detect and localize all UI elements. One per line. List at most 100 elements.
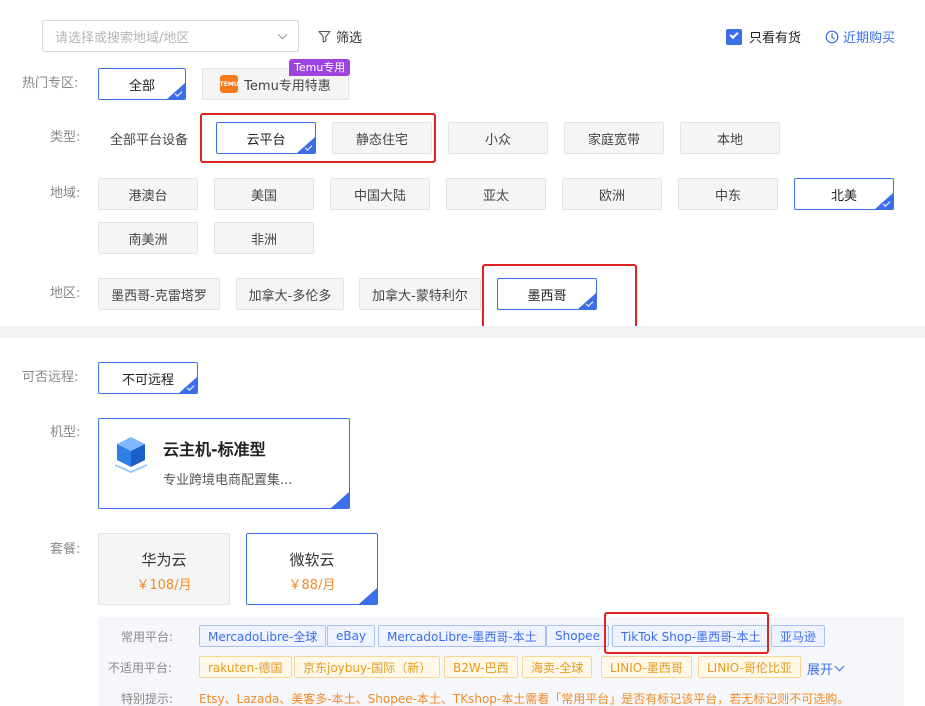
region-search-placeholder: 请选择或搜索地域/地区 xyxy=(55,30,190,46)
filter-button[interactable]: 筛选 xyxy=(318,27,362,46)
model-title: 云主机-标准型 xyxy=(163,440,266,459)
filter-label: 筛选 xyxy=(336,31,363,46)
type-option-label: 全部平台设备 xyxy=(109,132,188,148)
area-canada-toronto[interactable]: 加拿大-多伦多 xyxy=(236,278,344,310)
section-divider xyxy=(0,326,925,338)
package-huawei-cloud[interactable]: 华为云 ￥108/月 xyxy=(98,533,230,605)
type-local[interactable]: 本地 xyxy=(680,122,780,154)
type-option-label: 本地 xyxy=(716,132,743,148)
region-europe[interactable]: 欧洲 xyxy=(562,178,662,210)
remote-option-label: 不可远程 xyxy=(121,372,174,388)
selected-check-icon xyxy=(331,492,349,508)
region-option-label: 欧洲 xyxy=(598,188,625,204)
selected-check-icon xyxy=(578,293,596,309)
expand-label: 展开 xyxy=(807,663,834,678)
region-option-label: 北美 xyxy=(830,188,857,204)
type-niche[interactable]: 小众 xyxy=(448,122,548,154)
region-middle-east[interactable]: 中东 xyxy=(678,178,778,210)
selected-check-icon xyxy=(167,83,185,99)
in-stock-checkbox[interactable]: 只看有货 xyxy=(726,27,801,46)
package-microsoft-cloud[interactable]: 微软云 ￥88/月 xyxy=(246,533,378,605)
common-platforms-label: 常用平台: xyxy=(121,630,174,644)
unsuitable-platform-tag: 海卖-全球 xyxy=(522,656,593,678)
area-option-label: 墨西哥-克雷塔罗 xyxy=(111,288,207,304)
package-price: ￥108/月 xyxy=(136,578,192,593)
checkbox-checked-icon xyxy=(726,28,742,45)
platform-tag: MercadoLibre-全球 xyxy=(199,625,327,647)
hot-all-option[interactable]: 全部 xyxy=(98,68,186,100)
region-option-label: 中国大陆 xyxy=(353,188,406,204)
platform-tag: MercadoLibre-墨西哥-本土 xyxy=(378,625,546,647)
area-option-label: 墨西哥 xyxy=(527,288,567,304)
special-note-text: Etsy、Lazada、美客多-本土、Shopee-本土、TKshop-本土需看… xyxy=(199,692,850,706)
area-label: 地区: xyxy=(50,286,81,301)
unsuitable-platform-tag: rakuten-德国 xyxy=(199,656,292,678)
region-option-label: 非洲 xyxy=(250,232,277,248)
temu-exclusive-badge: Temu专用 xyxy=(289,59,351,76)
region-usa[interactable]: 美国 xyxy=(214,178,314,210)
platform-tag: TikTok Shop-墨西哥-本土 xyxy=(612,625,770,647)
package-name: 华为云 xyxy=(141,551,187,569)
region-africa[interactable]: 非洲 xyxy=(214,222,314,254)
package-label: 套餐: xyxy=(50,542,81,557)
type-option-label: 静态住宅 xyxy=(355,132,408,148)
unsuitable-platform-tag: LINIO-哥伦比亚 xyxy=(698,656,801,678)
hot-zone-label: 热门专区: xyxy=(22,76,79,91)
unsuitable-platform-tag: LINIO-墨西哥 xyxy=(601,656,692,678)
unsuitable-platforms-label: 不适用平台: xyxy=(108,661,173,675)
hot-all-label: 全部 xyxy=(128,78,155,94)
area-option-label: 加拿大-蒙特利尔 xyxy=(372,288,468,304)
remote-label: 可否远程: xyxy=(22,370,79,385)
recent-purchase-label: 近期购买 xyxy=(843,31,896,46)
hot-temu-label: Temu专用特惠 xyxy=(244,78,331,94)
unsuitable-platform-tag: B2W-巴西 xyxy=(444,656,518,678)
type-cloud-platform[interactable]: 云平台 xyxy=(216,122,316,154)
platform-tag: Shopee xyxy=(546,625,609,647)
region-option-label: 中东 xyxy=(714,188,741,204)
selected-check-icon xyxy=(297,137,315,153)
type-option-label: 家庭宽带 xyxy=(587,132,640,148)
package-price: ￥88/月 xyxy=(288,578,336,593)
region-search-select[interactable]: 请选择或搜索地域/地区 xyxy=(42,20,299,52)
type-label: 类型: xyxy=(50,130,81,145)
region-option-label: 亚太 xyxy=(482,188,509,204)
region-option-label: 港澳台 xyxy=(128,188,168,204)
expand-button[interactable]: 展开 xyxy=(807,659,845,678)
platform-tag: eBay xyxy=(327,625,376,647)
type-option-label: 云平台 xyxy=(246,132,286,148)
area-mexico-queretaro[interactable]: 墨西哥-克雷塔罗 xyxy=(98,278,220,310)
region-option-label: 美国 xyxy=(250,188,277,204)
type-home-broadband[interactable]: 家庭宽带 xyxy=(564,122,664,154)
clock-icon xyxy=(825,30,839,43)
remote-option[interactable]: 不可远程 xyxy=(98,362,198,394)
model-card-standard[interactable]: 云主机-标准型 专业跨境电商配置集... xyxy=(98,418,350,509)
region-apac[interactable]: 亚太 xyxy=(446,178,546,210)
cloud-host-cube-icon xyxy=(114,437,148,473)
type-all-platform[interactable]: 全部平台设备 xyxy=(98,122,200,154)
chevron-down-icon xyxy=(834,661,845,672)
temu-logo-icon: TEMU xyxy=(220,75,239,93)
in-stock-label: 只看有货 xyxy=(749,31,802,46)
model-label: 机型: xyxy=(50,425,81,440)
selected-check-icon xyxy=(179,377,197,393)
region-option-label: 南美洲 xyxy=(128,232,168,248)
funnel-icon xyxy=(318,30,331,43)
platform-tag: 亚马逊 xyxy=(771,625,826,647)
recent-purchase-link[interactable]: 近期购买 xyxy=(825,27,895,46)
area-canada-montreal[interactable]: 加拿大-蒙特利尔 xyxy=(359,278,481,310)
region-mainland-china[interactable]: 中国大陆 xyxy=(330,178,430,210)
model-description: 专业跨境电商配置集... xyxy=(163,473,293,488)
region-south-america[interactable]: 南美洲 xyxy=(98,222,198,254)
area-option-label: 加拿大-多伦多 xyxy=(248,288,332,304)
selected-check-icon xyxy=(875,193,893,209)
package-name: 微软云 xyxy=(289,551,335,569)
chevron-down-icon xyxy=(277,29,288,40)
area-mexico[interactable]: 墨西哥 xyxy=(497,278,597,310)
unsuitable-platform-tag: 京东joybuy-国际（新） xyxy=(294,656,441,678)
type-option-label: 小众 xyxy=(484,132,511,148)
special-note-label: 特别提示: xyxy=(121,692,174,706)
region-hk-mo-tw[interactable]: 港澳台 xyxy=(98,178,198,210)
region-north-america[interactable]: 北美 xyxy=(794,178,894,210)
type-static-residential[interactable]: 静态住宅 xyxy=(332,122,432,154)
region-label: 地域: xyxy=(50,186,81,201)
